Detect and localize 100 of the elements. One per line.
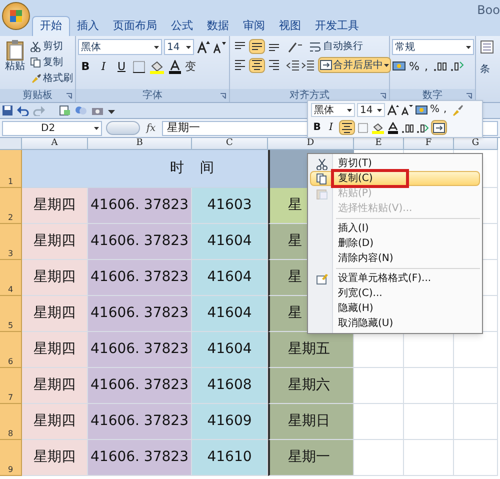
align-button[interactable]: [266, 58, 282, 72]
paste-button[interactable]: 粘贴: [2, 39, 28, 89]
insert-function-button[interactable]: fx: [144, 120, 158, 136]
row-header[interactable]: 6: [0, 332, 22, 368]
align-button[interactable]: [249, 58, 265, 72]
decrease-decimal-icon[interactable]: [450, 59, 464, 73]
row-header[interactable]: 5: [0, 296, 22, 332]
comma-button[interactable]: ,: [422, 60, 430, 72]
row-header[interactable]: 3: [0, 224, 22, 260]
column-header[interactable]: A: [51, 139, 58, 148]
column-header[interactable]: E: [375, 139, 382, 148]
table-cell: 41606. 37823: [88, 440, 192, 476]
bold-button[interactable]: B: [311, 122, 323, 132]
undo-icon[interactable]: [17, 105, 29, 116]
font-dropdown[interactable]: 黑体: [311, 103, 355, 117]
font-color-icon[interactable]: [387, 122, 399, 134]
dialog-launcher-icon[interactable]: [66, 93, 72, 99]
row-number: 1: [8, 178, 14, 186]
menu-item[interactable]: 剪切(T): [310, 156, 480, 171]
size-dropdown[interactable]: 14: [357, 103, 385, 117]
row-header[interactable]: 4: [0, 260, 22, 296]
row-header[interactable]: 1: [0, 150, 22, 188]
font-dropdown[interactable]: 黑体: [78, 39, 162, 55]
italic-button[interactable]: I: [325, 122, 337, 132]
font-size-value: 14: [167, 40, 180, 54]
align-button[interactable]: [232, 58, 248, 72]
row-header[interactable]: 2: [0, 188, 22, 224]
decrease-decimal-icon[interactable]: [416, 122, 429, 134]
office-button[interactable]: [2, 2, 30, 30]
formula-divider-handle[interactable]: [106, 121, 140, 135]
merge-center-button[interactable]: [431, 120, 447, 135]
border-icon[interactable]: [132, 60, 146, 74]
ribbon-tab[interactable]: 插入: [70, 16, 106, 36]
bold-button[interactable]: B: [78, 59, 93, 74]
font-size-value: 14: [360, 104, 373, 118]
grow-font-icon[interactable]: [196, 40, 210, 54]
row-header[interactable]: 7: [0, 368, 22, 404]
caret-icon: [347, 108, 352, 112]
column-header[interactable]: C: [226, 139, 233, 148]
copy-button[interactable]: 复制: [30, 55, 73, 70]
shrink-font-icon[interactable]: [212, 40, 226, 54]
conditional-format-label[interactable]: 条: [480, 62, 490, 77]
print-preview-icon[interactable]: [59, 105, 71, 116]
formula-value: 星期一: [167, 120, 200, 136]
name-box[interactable]: D2: [2, 120, 102, 136]
row-header[interactable]: 8: [0, 404, 22, 440]
fill-bucket-icon[interactable]: [371, 122, 385, 134]
ribbon-tab[interactable]: 数据: [200, 16, 236, 36]
comma-button[interactable]: ,: [442, 105, 449, 115]
italic-button[interactable]: I: [96, 59, 111, 74]
percent-button[interactable]: %: [409, 60, 420, 72]
ribbon-tab[interactable]: 审阅: [236, 16, 272, 36]
dialog-launcher-icon[interactable]: [466, 93, 472, 99]
size-dropdown[interactable]: 14: [164, 39, 194, 55]
cut-button[interactable]: 剪切: [30, 39, 73, 54]
table-cell: 星期四: [22, 440, 88, 476]
column-header[interactable]: B: [136, 139, 143, 148]
caret-icon: [186, 46, 191, 48]
decrease-indent-icon[interactable]: [286, 58, 300, 72]
row-number: 4: [8, 286, 14, 294]
underline-button[interactable]: U: [114, 59, 129, 74]
format-painter-button[interactable]: 格式刷: [30, 71, 73, 86]
brush-icon[interactable]: [450, 104, 463, 116]
ribbon-tab[interactable]: 页面布局: [106, 16, 164, 36]
align-button[interactable]: [339, 120, 355, 135]
ribbon-tab[interactable]: 公式: [164, 16, 200, 36]
conditional-format-icon[interactable]: [480, 40, 494, 54]
increase-indent-icon[interactable]: [301, 58, 315, 72]
text-orientation-icon[interactable]: [286, 40, 304, 54]
row-header[interactable]: 9: [0, 440, 22, 476]
grow-font-icon[interactable]: [387, 104, 399, 116]
align-button[interactable]: [249, 39, 265, 54]
dialog-launcher-icon[interactable]: [220, 93, 226, 99]
ribbon-tab[interactable]: 开始: [32, 16, 70, 36]
customize-caret-icon[interactable]: [108, 108, 115, 114]
percent-button[interactable]: %: [430, 105, 440, 115]
spelling-icon[interactable]: [75, 105, 87, 116]
dialog-launcher-icon[interactable]: [380, 93, 386, 99]
number-format-dropdown[interactable]: 常规: [392, 39, 474, 55]
font-color-icon[interactable]: [168, 60, 182, 74]
scissors-icon: [316, 158, 328, 170]
phonetic-glyph[interactable]: 变: [185, 61, 196, 72]
fill-bucket-icon[interactable]: [149, 60, 165, 74]
currency-icon[interactable]: [415, 104, 428, 116]
shrink-font-icon[interactable]: [401, 104, 413, 116]
row-number: 6: [8, 358, 14, 366]
column-header[interactable]: F: [425, 139, 432, 148]
wrap-text-button[interactable]: 自动换行: [309, 39, 363, 54]
ribbon-tab[interactable]: 开发工具: [308, 16, 366, 36]
increase-decimal-icon[interactable]: [401, 122, 414, 134]
merge-center-button[interactable]: 合并后居中: [318, 57, 391, 73]
ribbon-tab[interactable]: 视图: [272, 16, 308, 36]
menu-item[interactable]: 复制(C): [310, 171, 480, 186]
camera-icon[interactable]: [91, 105, 104, 116]
column-header[interactable]: G: [472, 139, 480, 148]
table-cell: 41604: [192, 332, 268, 368]
currency-icon[interactable]: [392, 59, 406, 73]
column-header[interactable]: D: [306, 139, 314, 148]
save-icon[interactable]: [2, 105, 13, 116]
empty-cell: [404, 368, 454, 404]
